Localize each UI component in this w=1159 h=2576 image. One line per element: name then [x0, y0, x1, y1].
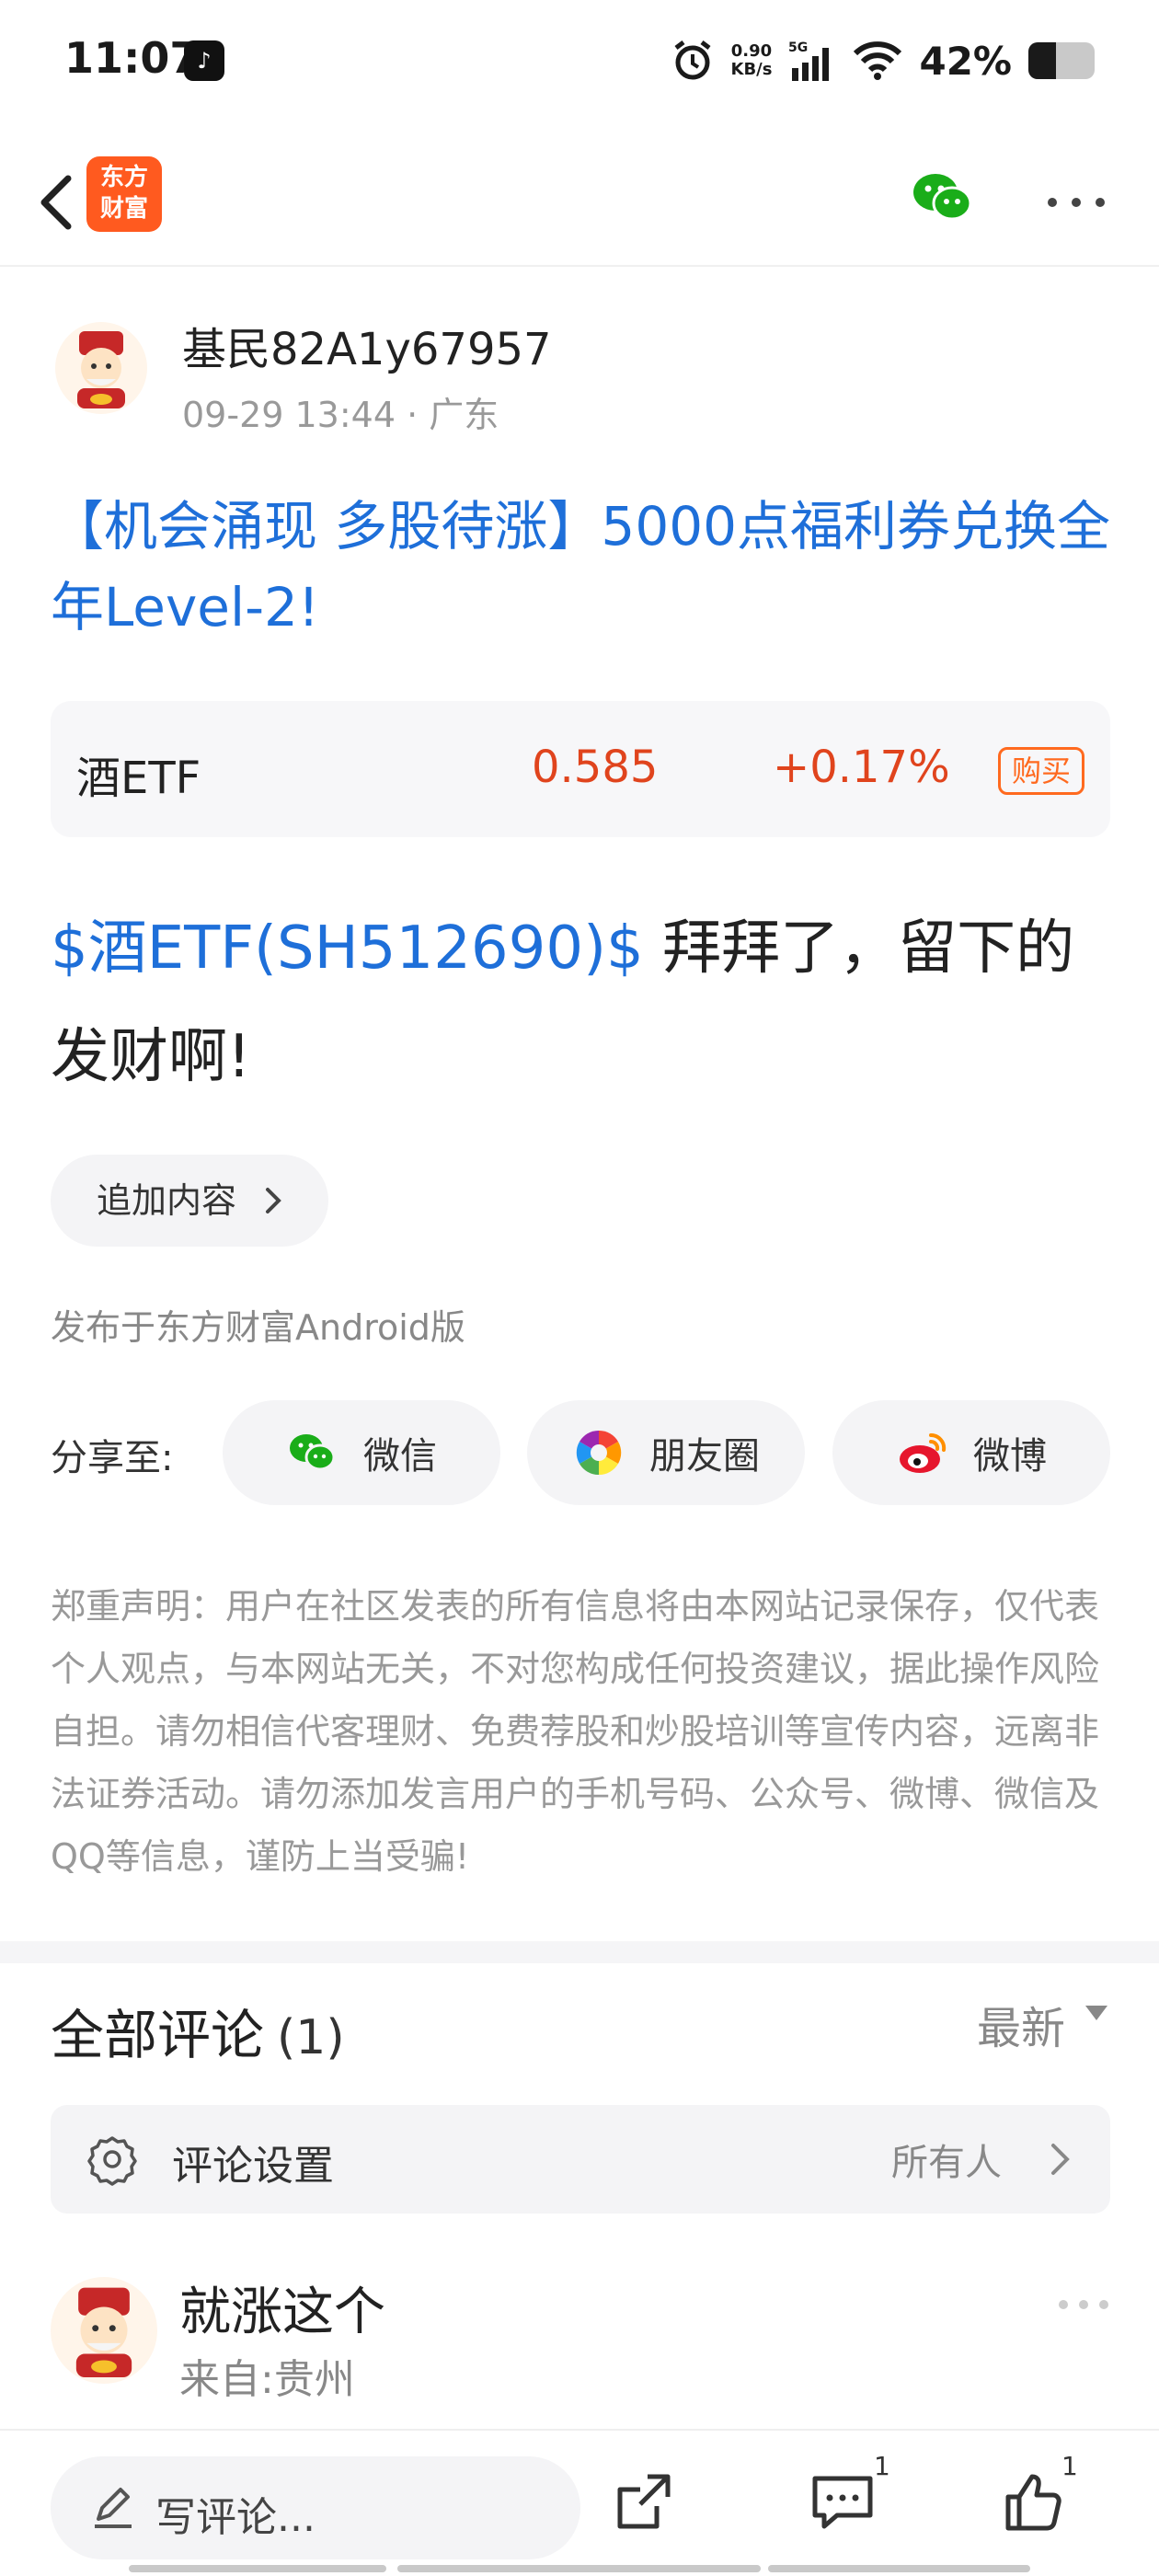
pen-icon — [89, 2484, 137, 2532]
svg-text:5G: 5G — [788, 40, 808, 55]
battery-icon — [1028, 42, 1095, 79]
author-avatar[interactable] — [55, 322, 147, 414]
comment-more-icon[interactable] — [1056, 2295, 1111, 2314]
share-moments-button[interactable]: 朋友圈 — [527, 1400, 805, 1505]
wechat-icon — [286, 1426, 339, 1479]
net-speed-value: 0.90 — [730, 41, 773, 61]
status-icons: 0.90 KB/s 5G 42% — [671, 33, 1095, 88]
gesture-bar-segment — [768, 2565, 1030, 2572]
bottom-action-bar: 写评论... 1 1 — [0, 2429, 1159, 2576]
more-options-icon[interactable] — [1039, 166, 1113, 239]
comment-settings-value: 所有人 — [891, 2142, 1002, 2184]
like-icon[interactable] — [995, 2466, 1069, 2539]
gear-icon — [86, 2133, 139, 2186]
section-divider — [0, 1941, 1159, 1963]
author-name[interactable]: 基民82A1y67957 — [182, 313, 552, 377]
stock-link[interactable]: $酒ETF(SH512690)$ — [51, 914, 644, 983]
share-wechat-label: 微信 — [363, 1435, 437, 1478]
signal-icon: 5G — [788, 39, 836, 83]
chevron-right-icon — [262, 1155, 284, 1282]
top-nav: 东方 财富 — [0, 138, 1159, 267]
tiktok-icon: ♪ — [184, 40, 224, 81]
status-bar: 11:07 ♪ 0.90 KB/s 5G 42% — [0, 0, 1159, 124]
wechat-share-icon[interactable] — [906, 161, 980, 235]
alarm-icon — [671, 39, 715, 83]
gesture-bar-segment — [129, 2565, 386, 2572]
stock-change: +0.17% — [773, 742, 950, 793]
logo-line-1: 东方 — [99, 164, 148, 191]
chevron-right-icon — [1042, 2133, 1079, 2186]
stock-name: 酒ETF — [76, 753, 201, 804]
net-speed: 0.90 KB/s — [731, 42, 773, 79]
post-body: $酒ETF(SH512690)$ 拜拜了，留下的发财啊! — [51, 894, 1118, 1111]
caret-down-icon[interactable] — [1085, 2006, 1107, 2020]
disclaimer: 郑重声明：用户在社区发表的所有信息将由本网站记录保存，仅代表个人观点，与本网站无… — [51, 1586, 1100, 1877]
comment-settings-row[interactable]: 评论设置 所有人 — [51, 2105, 1110, 2214]
comment-icon[interactable] — [806, 2466, 879, 2539]
comments-title-text: 全部评论 — [51, 2004, 265, 2066]
buy-button[interactable]: 购买 — [998, 747, 1084, 795]
moments-icon — [572, 1426, 625, 1479]
add-content-label: 追加内容 — [97, 1180, 237, 1221]
commenter-avatar[interactable] — [51, 2277, 157, 2384]
like-count-badge: 1 — [1061, 2451, 1078, 2481]
comments-title: 全部评论 (1) — [51, 1992, 345, 2069]
back-icon[interactable] — [22, 166, 96, 239]
comment-settings-label: 评论设置 — [172, 2143, 334, 2190]
post-meta: 09-29 13:44 · 广东 — [182, 395, 499, 435]
battery-fill — [1028, 42, 1057, 79]
battery-percent: 42% — [919, 38, 1012, 84]
comment-location: 来自:贵州 — [179, 2356, 355, 2403]
write-comment-placeholder: 写评论... — [155, 2494, 316, 2541]
stock-price: 0.585 — [532, 742, 659, 793]
eastmoney-logo[interactable]: 东方 财富 — [86, 156, 162, 232]
share-moments-label: 朋友圈 — [649, 1435, 760, 1478]
share-label: 分享至: — [51, 1437, 174, 1479]
publish-source: 发布于东方财富Android版 — [51, 1307, 465, 1348]
wifi-icon — [853, 40, 902, 81]
stock-card[interactable]: 酒ETF 0.585 +0.17% 购买 — [51, 701, 1110, 837]
status-time: 11:07 — [64, 33, 200, 83]
add-content-button[interactable]: 追加内容 — [51, 1155, 328, 1247]
share-weibo-label: 微博 — [973, 1435, 1047, 1478]
write-comment-input[interactable]: 写评论... — [51, 2456, 580, 2559]
net-speed-unit: KB/s — [730, 60, 773, 79]
sort-dropdown[interactable]: 最新 — [977, 1992, 1065, 2056]
logo-line-2: 财富 — [99, 195, 148, 223]
comment-count-badge: 1 — [874, 2451, 890, 2481]
share-out-icon[interactable] — [607, 2466, 681, 2539]
weibo-icon — [896, 1426, 949, 1479]
comments-count: (1) — [277, 2010, 345, 2065]
comment-text[interactable]: 就涨这个 — [179, 2271, 385, 2345]
gesture-bar-segment — [397, 2565, 761, 2572]
share-wechat-button[interactable]: 微信 — [223, 1400, 500, 1505]
share-weibo-button[interactable]: 微博 — [832, 1400, 1110, 1505]
post-title[interactable]: 【机会涌现 多股待涨】5000点福利券兑换全年Level-2! — [51, 486, 1118, 648]
